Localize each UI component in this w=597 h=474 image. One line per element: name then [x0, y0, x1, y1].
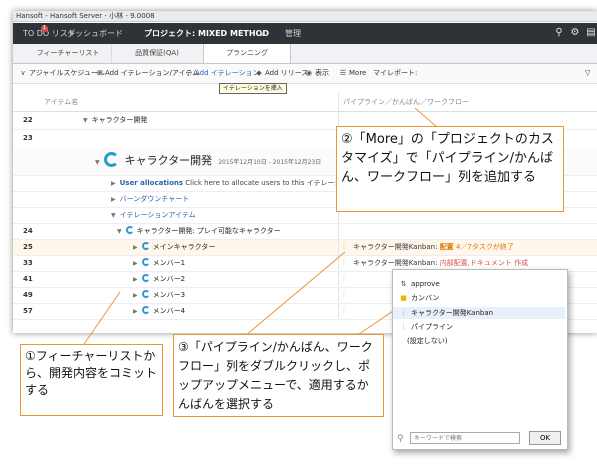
- kanban-popup-menu: ⇅ approve ■ カンバン ⫶ キャラクター開発Kanban ⫶ パイプライン (…: [392, 269, 568, 450]
- popup-item-approve[interactable]: ⇅ approve: [399, 278, 440, 290]
- ok-button[interactable]: OK: [529, 431, 561, 445]
- search-icon: ⚲: [397, 434, 404, 444]
- popup-item-label: カンバン: [411, 294, 440, 302]
- popup-item-label: パイプライン: [411, 323, 453, 331]
- popup-item-character-kanban[interactable]: ⫶ キャラクター開発Kanban: [393, 307, 565, 319]
- connector-3a: [244, 251, 346, 337]
- callout-3: ③「パイプライン/かんばん、ワークフロー」列をダブルクリックし、ポップアップメニ…: [173, 334, 384, 417]
- popup-item-label: approve: [411, 280, 440, 288]
- callout-2: ②「More」の「プロジェクトのカスタマイズ」で「パイプライン/かんばん、ワーク…: [336, 126, 564, 212]
- pipeline-icon: ⫶: [402, 309, 405, 317]
- kanban-icon: ■: [400, 294, 407, 302]
- connector-1: [79, 291, 121, 351]
- popup-item-none[interactable]: (設定しない): [407, 335, 447, 347]
- popup-item-label: キャラクター開発Kanban: [411, 309, 494, 317]
- popup-search-input[interactable]: [410, 432, 520, 444]
- callout-1: ①フィーチャーリストから、開発内容をコミットする: [20, 344, 163, 416]
- popup-item-kanban[interactable]: ■ カンバン: [399, 292, 439, 304]
- pipeline-icon: ⫶: [402, 323, 405, 331]
- workflow-icon: ⇅: [400, 280, 407, 288]
- popup-item-pipeline[interactable]: ⫶ パイプライン: [399, 321, 453, 333]
